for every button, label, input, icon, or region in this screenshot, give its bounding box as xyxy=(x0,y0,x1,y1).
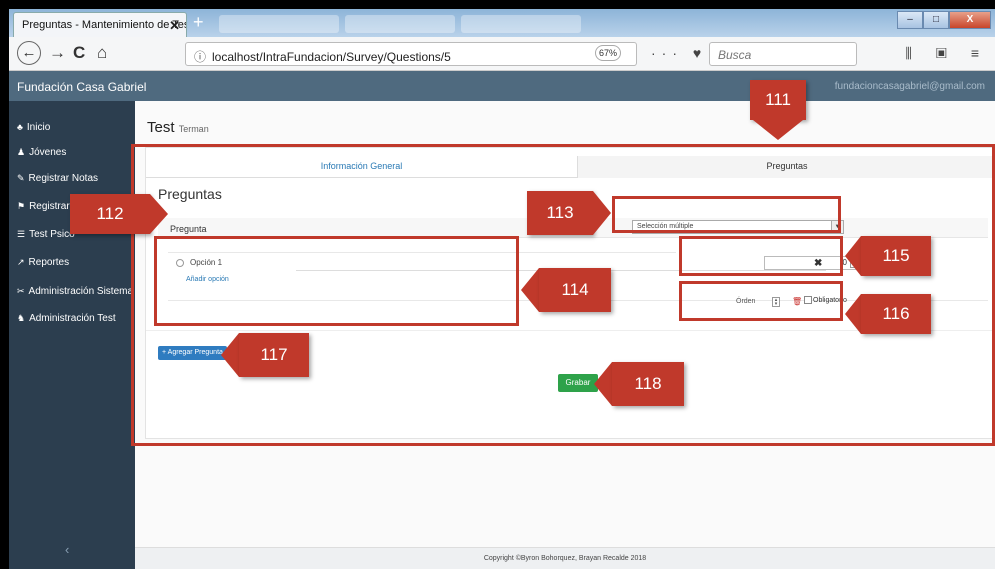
browser-window: Preguntas - Mantenimiento de Test ✕ + ‒ … xyxy=(9,9,995,569)
new-tab-button[interactable]: + xyxy=(193,13,204,31)
sidebar-collapse-button[interactable]: ‹ xyxy=(65,542,69,557)
window-close-button[interactable]: X xyxy=(949,11,991,29)
annotation-box-115 xyxy=(679,236,843,276)
minimize-button[interactable]: ‒ xyxy=(897,11,923,29)
browser-nav-bar: ← → C ⌂ ⓘ localhost/IntraFundacion/Survey… xyxy=(9,37,995,71)
sidebar-item-administracion-test[interactable]: ♞ Administración Test xyxy=(17,313,116,324)
sidebar-item-label: Registrar xyxy=(29,201,70,212)
chart-icon: ↗ xyxy=(17,257,25,267)
annotation-arrow-118 xyxy=(594,362,612,406)
window-controls: ‒ □ X xyxy=(897,11,991,29)
browser-tab-blurred[interactable] xyxy=(461,15,581,33)
url-text: localhost/IntraFundacion/Survey/Question… xyxy=(212,50,451,64)
browser-tab-blurred[interactable] xyxy=(219,15,339,33)
page-title-text: Test xyxy=(147,119,175,136)
brand-name[interactable]: Fundación Casa Gabriel xyxy=(17,80,146,94)
annotation-arrow-114 xyxy=(521,268,539,312)
app-header: Fundación Casa Gabriel fundacioncasagabr… xyxy=(9,71,995,101)
reload-button[interactable]: C xyxy=(73,44,85,62)
sidebar-item-label: Test Psico xyxy=(29,229,75,240)
browser-tab-bar: Preguntas - Mantenimiento de Test ✕ + ‒ … xyxy=(9,9,995,37)
home-button[interactable]: ⌂ xyxy=(97,44,107,62)
sidebar-item-label: Registrar Notas xyxy=(28,173,99,184)
sidebar-item-administracion-sistema[interactable]: ✂ Administración Sistema xyxy=(17,286,133,297)
annotation-arrow-111 xyxy=(753,120,803,140)
page-title: Test Terman xyxy=(147,119,209,136)
annotation-arrow-115 xyxy=(845,236,861,276)
sidebar-item-test-psico[interactable]: ☰ Test Psico xyxy=(17,229,75,240)
annotation-arrow-112 xyxy=(150,194,168,234)
maximize-button[interactable]: □ xyxy=(923,11,949,29)
annotation-label-114: 114 xyxy=(539,268,611,312)
back-button[interactable]: ← xyxy=(17,41,41,65)
sidebar-item-registrar-notas[interactable]: ✎ Registrar Notas xyxy=(17,173,98,184)
users-icon: ♞ xyxy=(17,313,26,323)
page-subtitle: Terman xyxy=(178,124,209,134)
flag-icon: ⚑ xyxy=(17,201,26,211)
close-tab-icon[interactable]: ✕ xyxy=(169,18,180,34)
home-icon: ♣ xyxy=(17,122,23,132)
annotation-arrow-117 xyxy=(221,333,239,377)
sidebar-item-label: Administración Sistema xyxy=(28,286,134,297)
annotation-box-114 xyxy=(154,236,519,326)
zoom-indicator[interactable]: 67% xyxy=(595,45,621,61)
annotation-label-117: 117 xyxy=(239,333,309,377)
edit-icon: ✎ xyxy=(17,173,25,183)
annotation-label-111: 111 xyxy=(750,80,806,120)
browser-tab-title: Preguntas - Mantenimiento de Test xyxy=(22,19,187,31)
annotation-label-113: 113 xyxy=(527,191,593,235)
search-placeholder: Busca xyxy=(718,48,752,62)
user-email[interactable]: fundacioncasagabriel@gmail.com xyxy=(835,81,985,92)
sidebar: ♣ Inicio ♟ Jóvenes ✎ Registrar Notas ⚑ Regis… xyxy=(9,101,135,569)
user-icon: ♟ xyxy=(17,147,26,157)
wrench-icon: ✂ xyxy=(17,286,25,296)
library-sidebar-menu-icons[interactable]: ⫼ ▣ ≡ xyxy=(905,45,989,62)
sidebar-item-label: Reportes xyxy=(28,257,70,268)
info-icon[interactable]: ⓘ xyxy=(194,50,206,64)
browser-tab-active[interactable]: Preguntas - Mantenimiento de Test ✕ xyxy=(13,12,187,37)
annotation-label-118: 118 xyxy=(612,362,684,406)
sidebar-item-reportes[interactable]: ↗ Reportes xyxy=(17,257,69,268)
annotation-label-112: 112 xyxy=(70,194,150,234)
annotation-arrow-116 xyxy=(845,294,861,334)
annotation-label-116: 116 xyxy=(861,294,931,334)
sidebar-item-jovenes[interactable]: ♟ Jóvenes xyxy=(17,147,66,158)
sidebar-item-label: Jóvenes xyxy=(29,147,67,158)
annotation-label-115: 115 xyxy=(861,236,931,276)
list-icon: ☰ xyxy=(17,229,26,239)
sidebar-item-registrar[interactable]: ⚑ Registrar xyxy=(17,201,70,212)
annotation-box-116 xyxy=(679,281,843,321)
annotation-box-113 xyxy=(612,196,841,233)
browser-tab-blurred[interactable] xyxy=(345,15,455,33)
search-input[interactable]: Busca xyxy=(709,42,857,66)
sidebar-item-label: Administración Test xyxy=(29,313,116,324)
sidebar-item-label: Inicio xyxy=(26,122,51,133)
forward-button[interactable]: → xyxy=(49,44,66,62)
annotation-arrow-113 xyxy=(593,191,611,235)
url-bar[interactable]: ⓘ localhost/IntraFundacion/Survey/Questio… xyxy=(185,42,637,66)
page-footer: Copyright ©Byron Bohorquez, Brayan Recal… xyxy=(135,547,995,569)
sidebar-item-inicio[interactable]: ♣ Inicio xyxy=(17,122,50,133)
